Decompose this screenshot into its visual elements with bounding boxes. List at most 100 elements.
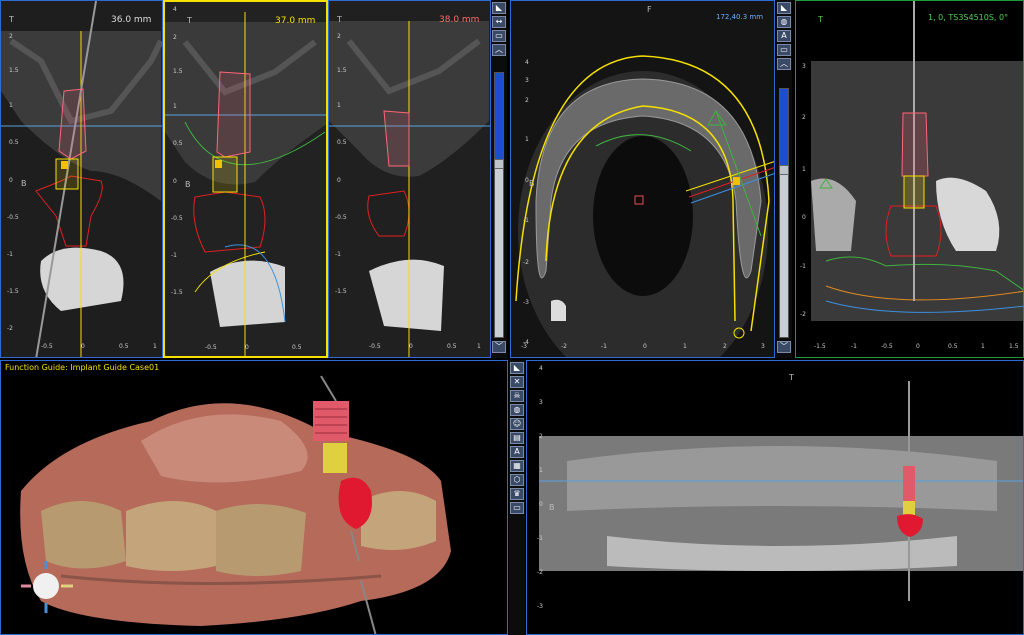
- y-tick: -1: [171, 252, 177, 259]
- panoramic-image: [527, 361, 1023, 634]
- y-tick: 2: [525, 97, 529, 104]
- face-toggle-button[interactable]: ☺: [510, 418, 524, 430]
- slice-distance: 38.0 mm: [439, 15, 480, 25]
- axial-distance: 172,40.3 mm: [716, 13, 764, 21]
- x-tick: -1: [601, 343, 607, 350]
- y-tick: 4: [173, 6, 177, 13]
- x-tick: 1: [477, 343, 481, 350]
- y-tick: 1: [337, 102, 341, 109]
- x-tick: -0.5: [41, 343, 53, 350]
- measure-tool-button[interactable]: ↔: [492, 16, 506, 28]
- implant-toggle-button[interactable]: ▭: [510, 502, 524, 514]
- nerve-tool-button[interactable]: ◍: [777, 16, 791, 28]
- cross-section-view-1[interactable]: T 36.0 mm B 2 1.5 1 0.5 0 -0.5 -1 -1.5 -…: [0, 0, 163, 358]
- x-tick: 0: [916, 343, 920, 350]
- x-tick: -0.5: [205, 344, 217, 351]
- scrollbar-fill: [780, 89, 788, 167]
- y-tick: 0.5: [9, 139, 19, 146]
- x-tick: -2: [561, 343, 567, 350]
- x-tick: 1.5: [1009, 343, 1019, 350]
- y-tick: -3: [537, 603, 543, 610]
- y-tick: 4: [539, 365, 543, 372]
- cut-tool-button[interactable]: ✕: [510, 376, 524, 388]
- y-tick: -0.5: [7, 214, 19, 221]
- y-tick: -1.5: [7, 288, 19, 295]
- 3d-toolbar: ◣ ✕ ☠ ◍ ☺ ▤ A ▦ ⬡ ♛ ▭: [509, 360, 525, 635]
- slice-tool-button[interactable]: ◣: [777, 2, 791, 14]
- x-tick: 0: [643, 343, 647, 350]
- implant-tool-button[interactable]: ▭: [492, 30, 506, 42]
- axial-view[interactable]: F 172,40.3 mm B 4 3 2 1 0 -1 -2 -3 -4 -3…: [510, 0, 775, 358]
- scrollbar-fill: [495, 73, 503, 161]
- y-tick: 4: [525, 59, 529, 66]
- scrollbar-thumb[interactable]: [494, 159, 504, 169]
- x-tick: -3: [521, 343, 527, 350]
- scrollbar-thumb[interactable]: [779, 165, 789, 175]
- skull-toggle-button[interactable]: ☠: [510, 390, 524, 402]
- view-tag: T: [789, 373, 794, 382]
- y-tick: -1: [537, 535, 543, 542]
- y-tick: 3: [539, 399, 543, 406]
- y-tick: 2: [539, 433, 543, 440]
- grid-toggle-button[interactable]: ▦: [510, 460, 524, 472]
- y-tick: -1: [523, 217, 529, 224]
- slice-scrollbar[interactable]: [494, 72, 504, 338]
- y-tick: 1: [525, 136, 529, 143]
- 3d-render-view[interactable]: Function Guide: Implant Guide Case01: [0, 360, 508, 635]
- text-tool-button[interactable]: A: [510, 446, 524, 458]
- implant-info: 1, 0, TS3S4510S, 0°: [928, 13, 1009, 22]
- y-tick: 0: [173, 178, 177, 185]
- buccal-marker: B: [529, 179, 535, 188]
- x-tick: 0.5: [292, 344, 302, 351]
- x-tick: -0.5: [369, 343, 381, 350]
- x-tick: 0.5: [447, 343, 457, 350]
- implant-tool-button[interactable]: ▭: [777, 44, 791, 56]
- y-tick: -1: [800, 263, 806, 270]
- crown-toggle-button[interactable]: ♛: [510, 488, 524, 500]
- y-tick: -1: [7, 251, 13, 258]
- y-tick: 0: [337, 177, 341, 184]
- x-tick: 0.5: [119, 343, 129, 350]
- y-tick: 0: [802, 214, 806, 221]
- y-tick: 1: [802, 166, 806, 173]
- y-tick: 3: [802, 63, 806, 70]
- x-tick: 3: [761, 343, 765, 350]
- x-tick: 1: [683, 343, 687, 350]
- scroll-down-button[interactable]: ﹀: [777, 341, 791, 353]
- x-tick: 0: [245, 344, 249, 351]
- scroll-up-button[interactable]: ︿: [492, 44, 506, 56]
- view-tag: T: [818, 15, 823, 24]
- x-tick: -1.5: [814, 343, 826, 350]
- slice-tool-button[interactable]: ◣: [510, 362, 524, 374]
- teeth-toggle-button[interactable]: ▤: [510, 432, 524, 444]
- y-tick: -2: [537, 569, 543, 576]
- scroll-up-button[interactable]: ︿: [777, 58, 791, 70]
- y-tick: -3: [523, 299, 529, 306]
- y-tick: 1.5: [337, 67, 347, 74]
- tangential-view[interactable]: T 1, 0, TS3S4510S, 0° 3 2 1 0 -1 -2 -1.5…: [795, 0, 1024, 358]
- y-tick: -0.5: [335, 214, 347, 221]
- 3d-jaw-model: [1, 361, 507, 634]
- buccal-marker: B: [549, 503, 555, 512]
- scroll-down-button[interactable]: ﹀: [492, 341, 506, 353]
- slice-distance: 37.0 mm: [275, 16, 316, 26]
- y-tick: 0: [539, 501, 543, 508]
- nerve-toggle-button[interactable]: ◍: [510, 404, 524, 416]
- y-tick: 2: [802, 114, 806, 121]
- y-tick: 1.5: [9, 67, 19, 74]
- mesh-toggle-button[interactable]: ⬡: [510, 474, 524, 486]
- slice-tool-button[interactable]: ◣: [492, 2, 506, 14]
- y-tick: 0: [525, 177, 529, 184]
- x-tick: -0.5: [881, 343, 893, 350]
- text-tool-button[interactable]: A: [777, 30, 791, 42]
- cross-section-view-2[interactable]: T 4 37.0 mm B 2 1.5 1 0.5 0 -0.5 -1 -1.5…: [163, 0, 328, 358]
- cross-section-view-3[interactable]: T 38.0 mm 2 1.5 1 0.5 0 -0.5 -1 -1.5 -0.…: [328, 0, 491, 358]
- y-tick: -1.5: [335, 288, 347, 295]
- y-tick: -0.5: [171, 215, 183, 222]
- panoramic-view[interactable]: T B 4 3 2 1 0 -1 -2 -3: [526, 360, 1024, 635]
- view-tag: T: [187, 16, 192, 25]
- buccal-marker: B: [21, 179, 27, 188]
- y-tick: -2: [7, 325, 13, 332]
- axial-scrollbar[interactable]: [779, 88, 789, 338]
- tangential-image: [796, 1, 1023, 357]
